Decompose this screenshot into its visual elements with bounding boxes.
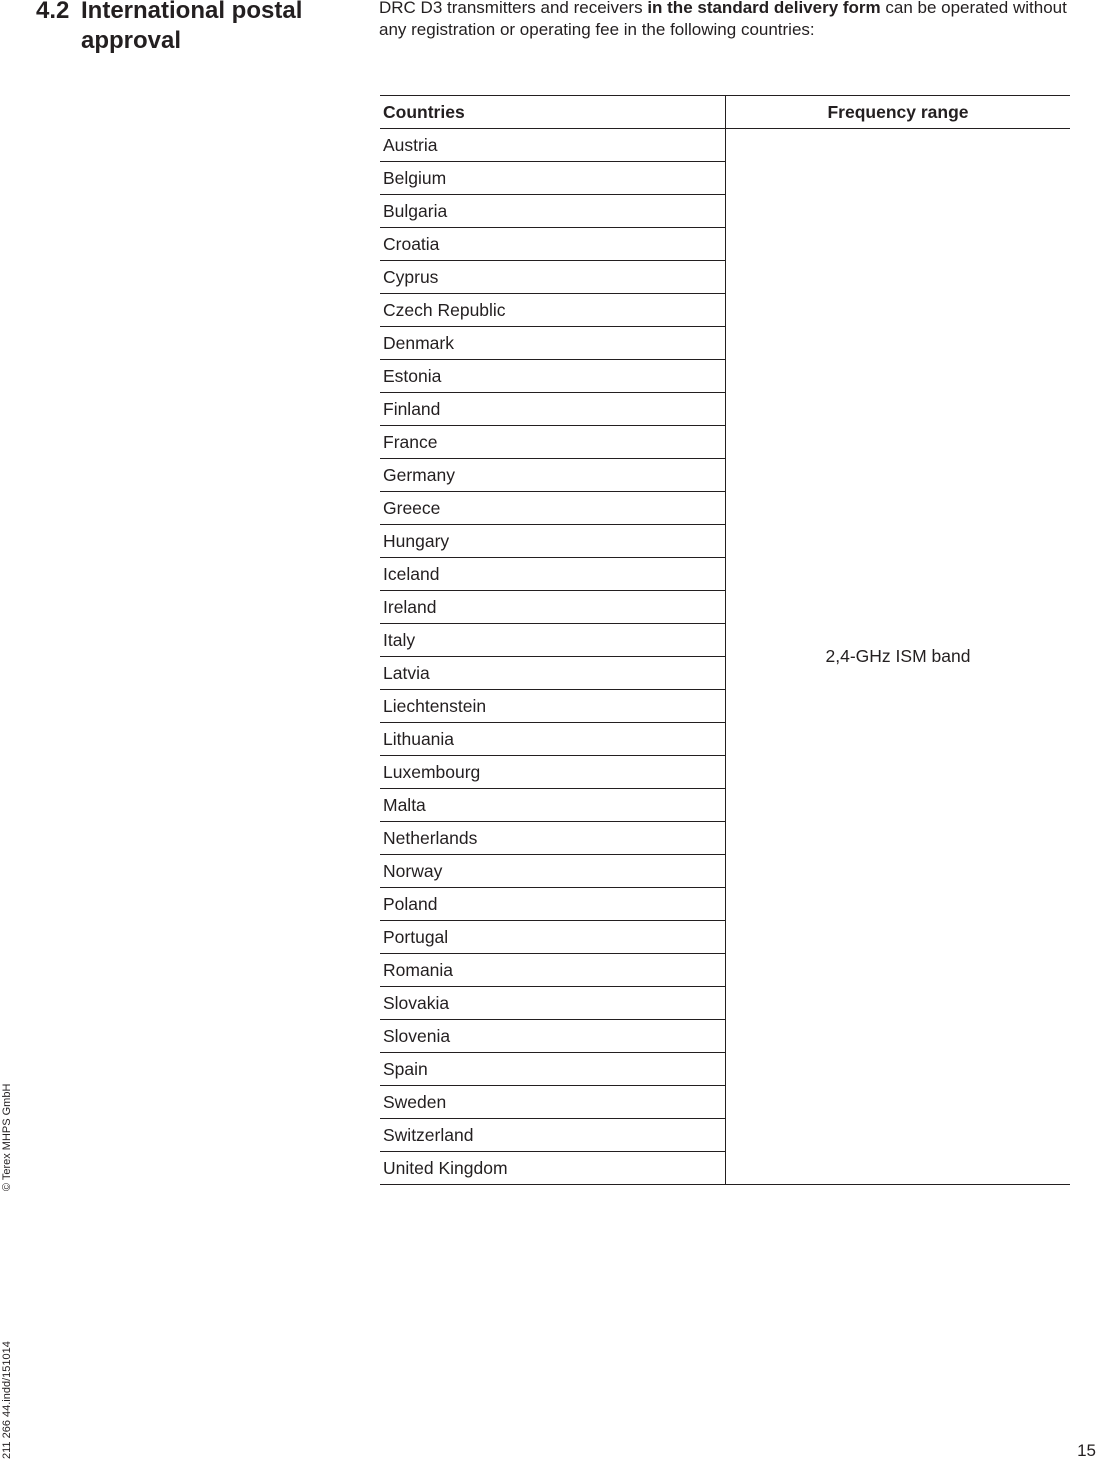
country-cell: United Kingdom <box>380 1151 726 1185</box>
country-cell: Slovakia <box>380 986 726 1020</box>
country-cell: France <box>380 425 726 459</box>
country-cell: Netherlands <box>380 821 726 855</box>
table-header-row: Countries Frequency range <box>380 95 1070 129</box>
country-cell: Czech Republic <box>380 293 726 327</box>
table-row: Austria 2,4-GHz ISM band <box>380 128 1070 1185</box>
country-cell: Greece <box>380 491 726 525</box>
country-cell: Ireland <box>380 590 726 624</box>
country-cell: Croatia <box>380 227 726 261</box>
section-number: 4.2 <box>36 0 70 24</box>
header-countries: Countries <box>380 95 726 129</box>
section-title: International postal approval <box>81 0 303 54</box>
country-cell: Belgium <box>380 161 726 195</box>
country-cell: Switzerland <box>380 1118 726 1152</box>
header-frequency-range: Frequency range <box>725 95 1070 129</box>
frequency-range-cell: 2,4-GHz ISM band <box>725 128 1070 1185</box>
country-cell: Sweden <box>380 1085 726 1119</box>
country-cell: Norway <box>380 854 726 888</box>
intro-text-1: DRC D3 transmitters and receivers <box>379 0 648 17</box>
countries-frequency-table: Countries Frequency range Austria 2,4-GHz… <box>380 95 1070 1185</box>
country-cell: Poland <box>380 887 726 921</box>
country-cell: Spain <box>380 1052 726 1086</box>
country-cell: Denmark <box>380 326 726 360</box>
copyright-notice: © Terex MHPS GmbH <box>1 1083 13 1192</box>
country-cell: Estonia <box>380 359 726 393</box>
intro-text-bold: in the standard delivery form <box>647 0 881 17</box>
country-cell: Slovenia <box>380 1019 726 1053</box>
country-cell: Lithuania <box>380 722 726 756</box>
country-cell: Bulgaria <box>380 194 726 228</box>
country-cell: Cyprus <box>380 260 726 294</box>
country-cell: Portugal <box>380 920 726 954</box>
country-cell: Liechtenstein <box>380 689 726 723</box>
country-cell: Finland <box>380 392 726 426</box>
country-cell: Latvia <box>380 656 726 690</box>
country-cell: Malta <box>380 788 726 822</box>
country-cell: Italy <box>380 623 726 657</box>
page-number: 15 <box>1077 1441 1096 1460</box>
document-reference: 211 266 44.indd/151014 <box>1 1341 13 1459</box>
country-cell: Romania <box>380 953 726 987</box>
table-body: Austria 2,4-GHz ISM band Belgium Bulgaria Cr… <box>380 128 1070 1185</box>
country-cell: Iceland <box>380 557 726 591</box>
country-cell: Austria <box>380 128 726 162</box>
intro-paragraph: DRC D3 transmitters and receivers in the… <box>379 0 1079 41</box>
country-cell: Hungary <box>380 524 726 558</box>
country-cell: Germany <box>380 458 726 492</box>
country-cell: Luxembourg <box>380 755 726 789</box>
